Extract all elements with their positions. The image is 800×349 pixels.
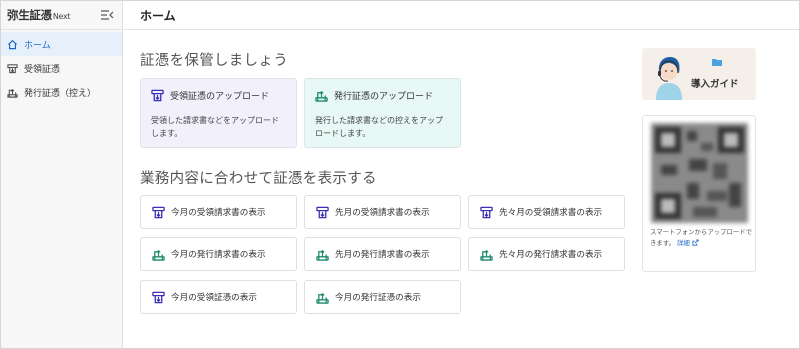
issue-icon xyxy=(7,88,18,98)
issue-document-icon xyxy=(152,249,165,261)
card-header: 受領証憑のアップロード xyxy=(151,89,286,102)
qr-details-link-text: 詳細 xyxy=(676,239,690,247)
sidebar-item-home[interactable]: ホーム xyxy=(1,32,122,56)
card-description: 発行した請求書などの控えをアップロードします。 xyxy=(315,116,443,138)
sidebar-item-label: ホーム xyxy=(24,40,51,51)
card-description: 受領した請求書などをアップロードします。 xyxy=(151,116,279,138)
qr-details-link[interactable]: 詳細 xyxy=(677,239,699,247)
view-button-3[interactable]: 先々月の受領請求書の表示 xyxy=(468,195,625,229)
main-content: 証憑を保管しましょう 受領証憑のアップロード 受領した請求書などをアップロードし… xyxy=(124,31,799,348)
page-header: ホーム xyxy=(124,1,799,30)
view-button-label: 先々月の受領請求書の表示 xyxy=(499,208,603,218)
view-button-label: 先月の発行請求書の表示 xyxy=(335,250,430,260)
card-title: 発行証憑のアップロード xyxy=(334,92,434,102)
receive-document-icon xyxy=(152,206,165,218)
view-button-label: 先月の受領請求書の表示 xyxy=(335,208,430,218)
view-button-label: 先々月の発行請求書の表示 xyxy=(499,250,603,260)
receive-document-icon xyxy=(152,291,165,303)
app-brand-suffix: Next xyxy=(52,12,71,21)
app-brand-name: 弥生証憑 xyxy=(7,8,52,22)
view-button-2[interactable]: 先月の受領請求書の表示 xyxy=(304,195,461,229)
issue-document-icon xyxy=(480,249,493,261)
page-title: ホーム xyxy=(140,8,176,23)
sidebar: 弥生証憑Next ホーム 受領証憑 発行証憑（控え） xyxy=(1,1,123,348)
receive-upload-card[interactable]: 受領証憑のアップロード 受領した請求書などをアップロードします。 xyxy=(140,78,297,148)
support-person-illustration xyxy=(656,57,682,100)
view-button-label: 今月の発行請求書の表示 xyxy=(171,250,266,260)
view-button-5[interactable]: 先月の発行請求書の表示 xyxy=(304,237,461,271)
sidebar-header: 弥生証憑Next xyxy=(1,1,122,30)
issue-upload-icon xyxy=(315,90,328,102)
guide-title: 導入ガイド xyxy=(691,79,739,90)
setup-guide-banner[interactable]: 導入ガイド xyxy=(642,48,756,100)
sidebar-item-received[interactable]: 受領証憑 xyxy=(1,56,122,80)
receive-document-icon xyxy=(316,206,329,218)
view-button-label: 今月の受領証憑の表示 xyxy=(171,293,257,303)
home-icon xyxy=(7,39,18,49)
card-title: 受領証憑のアップロード xyxy=(170,92,270,102)
qr-panel: スマートフォンからアップロードできます。 詳細 xyxy=(642,115,756,272)
issue-document-icon xyxy=(316,292,329,304)
view-button-1[interactable]: 今月の受領請求書の表示 xyxy=(140,195,297,229)
store-section-title: 証憑を保管しましょう xyxy=(140,53,288,69)
view-button-label: 今月の発行証憑の表示 xyxy=(335,293,421,303)
folder-icon xyxy=(712,59,722,66)
view-button-label: 今月の受領請求書の表示 xyxy=(171,208,266,218)
sidebar-item-issued[interactable]: 発行証憑（控え） xyxy=(1,80,122,104)
view-section-title: 業務内容に合わせて証憑を表示する xyxy=(140,171,377,187)
issue-upload-card[interactable]: 発行証憑のアップロード 発行した請求書などの控えをアップロードします。 xyxy=(304,78,461,148)
qr-code-image xyxy=(651,123,748,223)
sidebar-item-label: 発行証憑（控え） xyxy=(24,88,97,99)
issue-document-icon xyxy=(316,249,329,261)
sidebar-item-label: 受領証憑 xyxy=(24,64,61,75)
external-link-icon xyxy=(692,239,699,246)
qr-pattern xyxy=(651,123,748,223)
qr-note: スマートフォンからアップロードできます。 詳細 xyxy=(650,227,754,249)
qr-note-text: スマートフォンからアップロードできます。 xyxy=(650,228,753,247)
app-logo: 弥生証憑Next xyxy=(7,7,71,23)
card-header: 発行証憑のアップロード xyxy=(315,89,450,102)
view-button-8[interactable]: 今月の発行証憑の表示 xyxy=(304,280,461,314)
receive-document-icon xyxy=(480,206,493,218)
sidebar-collapse-icon[interactable] xyxy=(100,9,114,21)
view-button-4[interactable]: 今月の発行請求書の表示 xyxy=(140,237,297,271)
receive-icon xyxy=(7,63,18,73)
view-button-7[interactable]: 今月の受領証憑の表示 xyxy=(140,280,297,314)
receive-upload-icon xyxy=(151,89,164,102)
view-button-6[interactable]: 先々月の発行請求書の表示 xyxy=(468,237,625,271)
